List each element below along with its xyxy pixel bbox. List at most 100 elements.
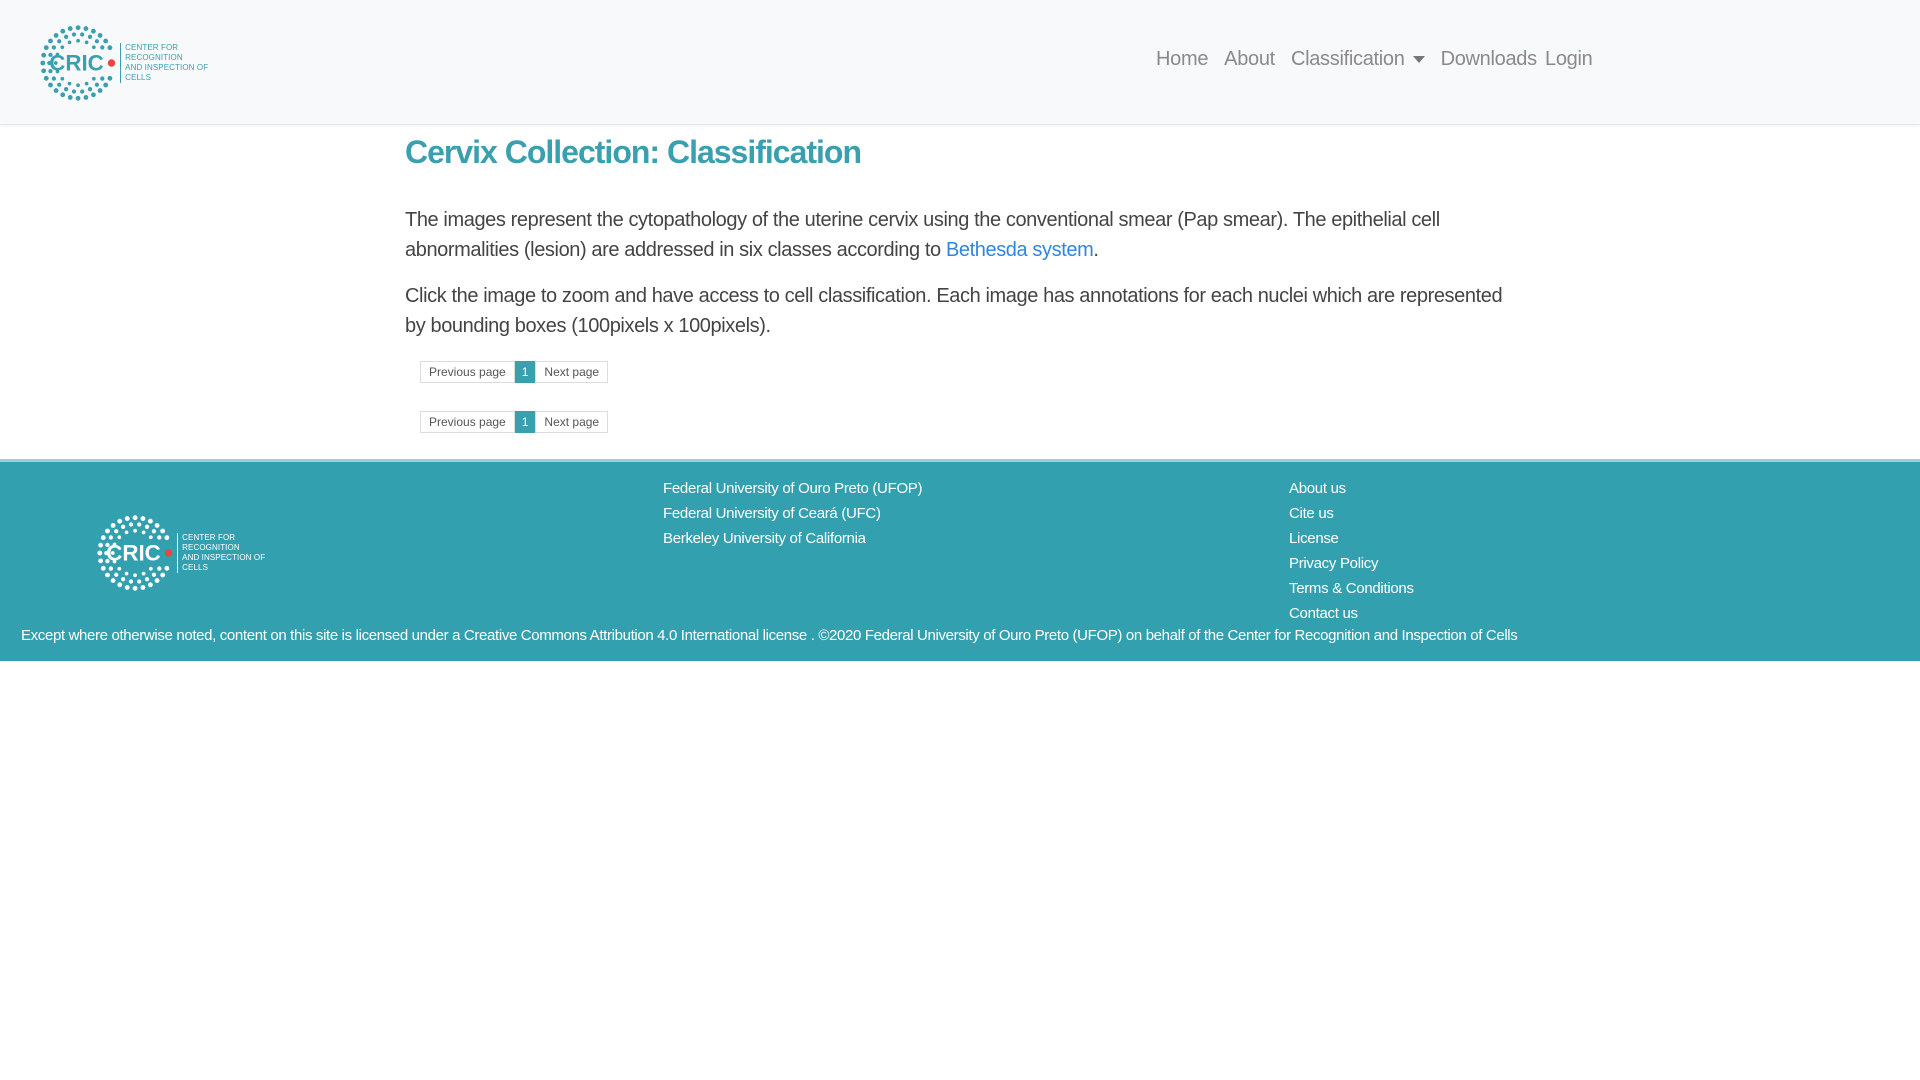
logo-dot — [114, 572, 119, 577]
logo-dot — [117, 566, 122, 571]
pagination-bottom: Previous page 1 Next page — [420, 411, 1505, 433]
logo-dot — [144, 524, 150, 529]
logo-dot — [157, 535, 162, 540]
caret-down-icon — [1412, 56, 1425, 64]
logo-dot — [90, 92, 96, 98]
logo-dot — [98, 558, 104, 564]
logo-dot — [108, 566, 113, 571]
bethesda-link[interactable]: Bethesda system — [946, 239, 1094, 261]
page-1-button[interactable]: 1 — [514, 361, 536, 383]
logo-text: CRIC — [106, 540, 160, 565]
logo-dot — [140, 584, 146, 590]
logo-dot — [124, 530, 129, 535]
logo-dot — [117, 582, 123, 588]
footer-link-cite-us[interactable]: Cite us — [1289, 501, 1414, 526]
logo-dot — [141, 571, 146, 576]
logo-dot — [110, 578, 116, 584]
nav-downloads[interactable]: Downloads — [1441, 48, 1538, 71]
logo-dot — [83, 94, 89, 100]
logo-dot — [157, 566, 162, 571]
previous-page-button[interactable]: Previous page — [420, 411, 515, 433]
page-1-button[interactable]: 1 — [514, 411, 536, 433]
university-ufop: Federal University of Ouro Preto (UFOP) — [663, 480, 923, 497]
logo-dot — [100, 565, 106, 571]
logo-dot — [133, 528, 137, 533]
logo-dot — [75, 25, 81, 31]
logo-dot — [147, 518, 153, 524]
logo-dot — [124, 516, 130, 522]
footer-link-license[interactable]: License — [1289, 526, 1414, 551]
logo-subtitle: CENTER FOR RECOGNITION AND INSPECTION OF… — [120, 43, 230, 83]
logo-dot — [48, 82, 53, 88]
nav-about[interactable]: About — [1224, 48, 1275, 71]
logo-dot — [83, 26, 89, 32]
logo-dot — [164, 565, 170, 571]
main-nav: Home About Classification Downloads — [1156, 48, 1553, 71]
logo-dot — [67, 94, 73, 100]
next-page-button[interactable]: Next page — [535, 361, 609, 383]
main-content: Cervix Collection: Classification The im… — [405, 130, 1505, 433]
footer-cric-logo[interactable]: CRIC CENTER FOR RECOGNITION AND INSPECTI… — [97, 512, 287, 594]
logo-dot — [94, 82, 100, 87]
logo-dot — [57, 39, 62, 44]
footer-link-about-us[interactable]: About us — [1289, 476, 1414, 501]
footer-logo-subtitle: CENTER FOR RECOGNITION AND INSPECTION OF… — [177, 533, 287, 573]
logo-dot — [84, 81, 89, 86]
logo-dot — [84, 40, 89, 45]
logo-dot — [75, 95, 81, 101]
instructions-paragraph: Click the image to zoom and have access … — [405, 285, 1503, 337]
logo-dot — [60, 45, 65, 50]
logo-dot — [91, 45, 96, 50]
previous-page-button[interactable]: Previous page — [420, 361, 515, 383]
logo-dot — [80, 32, 85, 37]
logo-text: CRIC — [49, 50, 103, 75]
logo-dot — [76, 83, 80, 88]
logo-dot — [60, 76, 65, 81]
login-link[interactable]: Login — [1545, 48, 1593, 71]
logo-accent-dot — [164, 549, 173, 557]
intro-suffix: . — [1093, 239, 1099, 261]
logo-dot — [87, 87, 93, 92]
logo-dot — [60, 28, 66, 34]
logo-dot — [40, 60, 46, 66]
intro-text: The images represent the cytopathology o… — [405, 209, 1440, 261]
logo-dot — [160, 572, 166, 578]
logo-dot — [154, 578, 160, 584]
logo-dot — [117, 535, 122, 540]
logo-dot — [132, 515, 138, 521]
logo-dot — [53, 88, 59, 94]
logo-dot — [124, 571, 129, 576]
logo-dot — [103, 82, 109, 88]
next-page-button[interactable]: Next page — [535, 411, 609, 433]
logo-dot — [98, 542, 104, 548]
logo-dot — [100, 45, 105, 50]
logo-dot — [91, 76, 96, 81]
page-title: Cervix Collection: Classification — [405, 134, 862, 170]
logo-dot — [148, 566, 153, 571]
logo-dot — [76, 38, 80, 43]
logo-dot — [108, 535, 113, 540]
logo-dot — [57, 82, 62, 87]
cric-logo-icon: CRIC — [97, 515, 173, 591]
logo-dot — [100, 535, 106, 541]
logo-dot — [140, 516, 146, 522]
logo-dot — [41, 52, 47, 58]
logo-dot — [71, 32, 77, 37]
logo-dot — [51, 76, 56, 81]
logo-dot — [133, 573, 137, 578]
logo-dot — [53, 32, 59, 38]
universities-list: Federal University of Ouro Preto (UFOP) … — [663, 476, 923, 551]
footer-link-privacy-policy[interactable]: Privacy Policy — [1289, 551, 1414, 576]
nav-home[interactable]: Home — [1156, 48, 1208, 71]
logo-dot — [94, 39, 100, 44]
cric-logo[interactable]: CRIC CENTER FOR RECOGNITION AND INSPECTI… — [40, 22, 230, 104]
nav-classification-label: Classification — [1290, 48, 1405, 70]
logo-dot — [90, 28, 96, 34]
logo-dot — [148, 535, 153, 540]
nav-classification[interactable]: Classification — [1291, 48, 1425, 71]
footer-link-contact-us[interactable]: Contact us — [1289, 601, 1414, 626]
footer-link-terms[interactable]: Terms & Conditions — [1289, 576, 1414, 601]
logo-dot — [114, 529, 119, 534]
footer-links: About us Cite us License Privacy Policy … — [1289, 476, 1414, 626]
logo-dot — [63, 34, 69, 39]
